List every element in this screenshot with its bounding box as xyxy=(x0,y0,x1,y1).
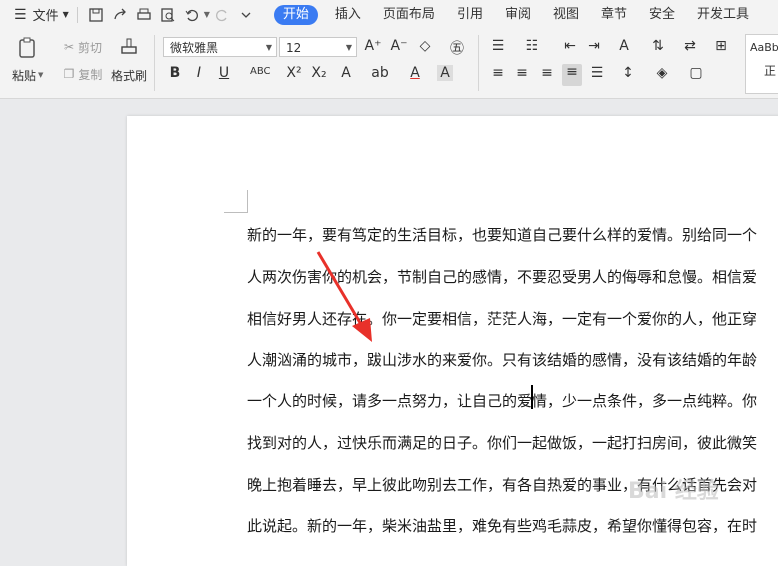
sort-icon[interactable]: ⇅ xyxy=(648,38,668,54)
copy-label: 复制 xyxy=(78,67,103,82)
undo-dropdown-icon[interactable]: ▼ xyxy=(204,10,210,19)
shading-icon[interactable]: ◈ xyxy=(652,65,672,81)
align-left-icon[interactable]: ≡ xyxy=(488,65,508,81)
scissors-icon: ✂ xyxy=(63,40,75,54)
paragraph-line[interactable]: 人潮汹涌的城市，跋山涉水的来爱你。只有该结婚的感情，没有该结婚的年龄 xyxy=(247,349,757,370)
bullets-icon[interactable]: ☰ xyxy=(488,38,508,54)
style-preview: AaBb xyxy=(750,41,778,54)
text-cursor xyxy=(531,385,533,409)
font-size-select[interactable]: 12 ▼ xyxy=(279,37,357,57)
highlight-icon[interactable]: ab xyxy=(370,65,390,81)
style-name: 正 xyxy=(764,64,777,78)
paragraph-line[interactable]: 找到对的人，过快乐而满足的日子。你们一起做饭，一起打扫房间，彼此微笑 xyxy=(247,432,757,453)
annotation-arrow xyxy=(316,251,372,342)
watermark: Bai 经验 xyxy=(628,479,719,504)
chevron-down-icon: ▼ xyxy=(345,43,352,52)
undo-icon[interactable] xyxy=(183,6,201,24)
chevron-down-icon: ▼ xyxy=(62,10,69,19)
paste-label: 粘贴 xyxy=(12,69,37,83)
tab-insert[interactable]: 插入 xyxy=(324,0,372,29)
paragraph-line[interactable]: 一个人的时候，请多一点努力，让自己的爱情，少一点条件，多一点纯粹。你 xyxy=(247,390,757,411)
cut-label: 剪切 xyxy=(78,40,103,55)
show-marks-icon[interactable]: ⇄ xyxy=(680,38,700,54)
paste-icon xyxy=(19,37,35,58)
justify-icon[interactable]: ≡ xyxy=(562,64,582,86)
tab-review[interactable]: 审阅 xyxy=(494,0,542,29)
distributed-icon[interactable]: ☰ xyxy=(587,65,607,81)
italic-icon[interactable]: I xyxy=(189,65,209,81)
text-effect-icon[interactable]: A xyxy=(336,65,356,81)
subscript-icon[interactable]: X₂ xyxy=(309,65,329,81)
decrease-font-icon[interactable]: A⁻ xyxy=(389,38,409,54)
tab-page-layout[interactable]: 页面布局 xyxy=(372,0,446,29)
menu-bar: ☰ 文件 ▼ ▼ 开始 插入 页面布局 引用 审阅 视图 章节 安全 开发工具 xyxy=(0,0,778,29)
file-menu-label: 文件 xyxy=(32,9,59,24)
format-painter-label: 格式刷 xyxy=(111,69,148,83)
tab-developer[interactable]: 开发工具 xyxy=(686,0,760,29)
font-name-select[interactable]: 微软雅黑 ▼ xyxy=(163,37,277,57)
export-icon[interactable] xyxy=(111,6,129,24)
border-icon[interactable]: ▢ xyxy=(686,65,706,81)
tab-chapter[interactable]: 章节 xyxy=(590,0,638,29)
paragraph-line[interactable]: 此说起。新的一年，柴米油盐里，难免有些鸡毛蒜皮，希望你懂得包容，在时 xyxy=(247,515,757,536)
tab-references[interactable]: 引用 xyxy=(446,0,494,29)
paste-dropdown-icon[interactable]: ▼ xyxy=(38,71,43,79)
copy-button[interactable]: ❐ 复制 xyxy=(58,66,108,82)
font-color-icon[interactable]: A xyxy=(405,65,425,81)
style-gallery-normal[interactable]: AaBb 正 xyxy=(745,34,778,94)
decrease-indent-icon[interactable]: ⇤ xyxy=(560,38,580,54)
tab-home[interactable]: 开始 xyxy=(273,4,318,25)
redo-icon[interactable] xyxy=(213,6,231,24)
increase-indent-icon[interactable]: ⇥ xyxy=(584,38,604,54)
chinese-layout-icon[interactable]: A xyxy=(614,38,634,54)
chevron-down-icon: ▼ xyxy=(265,43,272,52)
more-dropdown-icon[interactable] xyxy=(237,6,255,24)
font-name-value: 微软雅黑 xyxy=(170,41,219,55)
paste-button[interactable] xyxy=(14,35,42,61)
increase-font-icon[interactable]: A⁺ xyxy=(363,38,383,54)
align-right-icon[interactable]: ≡ xyxy=(537,65,557,81)
print-preview-icon[interactable] xyxy=(159,6,177,24)
tab-security[interactable]: 安全 xyxy=(638,0,686,29)
ribbon-toolbar: 粘贴 ▼ ✂ 剪切 ❐ 复制 格式刷 微软雅黑 ▼ 12 ▼ A⁺ A⁻ ◇ ㊄… xyxy=(0,29,778,99)
bold-icon[interactable]: B xyxy=(165,65,185,81)
borders-icon[interactable]: ⊞ xyxy=(711,38,731,54)
underline-icon[interactable]: U xyxy=(214,65,234,81)
pinyin-icon[interactable]: ㊄ xyxy=(447,38,467,58)
print-icon[interactable] xyxy=(135,6,153,24)
brush-icon xyxy=(121,38,137,54)
copy-icon: ❐ xyxy=(63,67,75,81)
format-painter-button[interactable] xyxy=(116,35,142,61)
char-shading-icon[interactable]: A xyxy=(437,65,453,81)
superscript-icon[interactable]: X² xyxy=(284,65,304,81)
font-size-value: 12 xyxy=(286,41,302,55)
hamburger-icon: ☰ xyxy=(14,6,27,23)
numbering-icon[interactable]: ☷ xyxy=(522,38,542,54)
strikethrough-icon[interactable]: ABC xyxy=(250,66,271,77)
paragraph-line[interactable]: 新的一年，要有笃定的生活目标，也要知道自己要什么样的爱情。别给同一个 xyxy=(247,224,757,245)
tab-view[interactable]: 视图 xyxy=(542,0,590,29)
cut-button[interactable]: ✂ 剪切 xyxy=(58,39,108,55)
line-spacing-icon[interactable]: ↕ xyxy=(618,65,638,81)
file-menu[interactable]: ☰ 文件 ▼ xyxy=(14,0,69,29)
margin-corner-mark xyxy=(224,190,248,213)
save-icon[interactable] xyxy=(87,6,105,24)
align-center-icon[interactable]: ≡ xyxy=(512,65,532,81)
clear-format-icon[interactable]: ◇ xyxy=(415,38,435,54)
